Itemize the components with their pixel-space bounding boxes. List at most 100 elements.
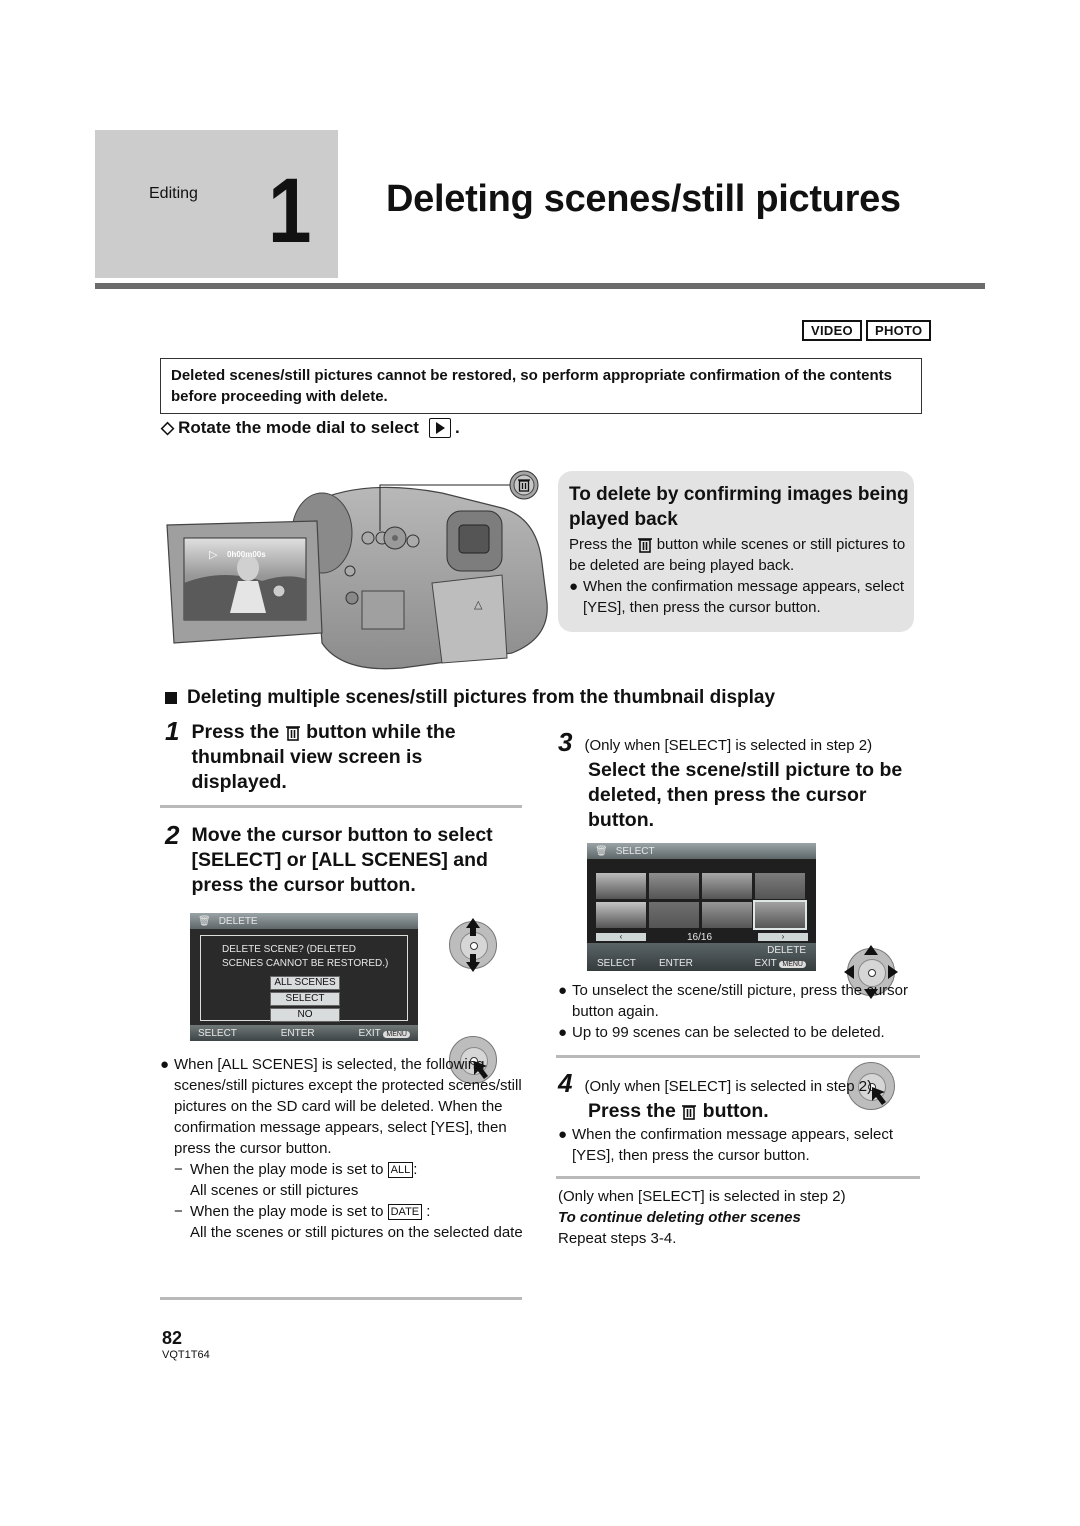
message-line: SCENES CANNOT BE RESTORED.) — [222, 958, 389, 969]
photo-badge: PHOTO — [865, 320, 932, 341]
note-bullet: ● Up to 99 scenes can be selected to be … — [558, 1022, 923, 1043]
sub-note: − When the play mode is set to DATE : Al… — [174, 1203, 523, 1241]
video-badge: VIDEO — [802, 320, 862, 341]
step-condition: (Only when [SELECT] is selected in step … — [584, 737, 873, 754]
page-counter: 16/16 — [687, 932, 713, 943]
thumbnail[interactable] — [755, 873, 805, 899]
thumbnail[interactable] — [702, 902, 752, 928]
bullet-icon: ● — [558, 1126, 568, 1143]
sub-note-desc: All scenes or still pictures — [190, 1182, 359, 1199]
prep-step-text: Rotate the mode dial to select — [178, 418, 419, 437]
svg-text:△: △ — [474, 599, 483, 611]
option-no[interactable]: NO — [270, 1008, 340, 1022]
play-mode-date-icon: DATE — [387, 1204, 423, 1221]
menu-button-icon: MENU — [779, 961, 806, 968]
thumbnail[interactable] — [702, 873, 752, 899]
trash-icon — [637, 538, 652, 553]
option-all-scenes[interactable]: ALL SCENES — [270, 976, 340, 990]
step-1-text: Press the button while the thumbnail vie… — [191, 720, 511, 795]
trash-icon — [285, 726, 300, 741]
mode-badges: VIDEO PHOTO — [802, 320, 932, 341]
continue-text: Repeat steps 3-4. — [558, 1230, 677, 1247]
info-box-title: To delete by confirming images being pla… — [569, 484, 909, 530]
footer-select: SELECT — [597, 958, 636, 969]
continue-block: (Only when [SELECT] is selected in step … — [558, 1186, 846, 1249]
dialog-message: DELETE SCENE? (DELETED SCENES CANNOT BE … — [222, 943, 388, 971]
prev-page-button[interactable]: ‹ — [596, 933, 646, 941]
screen-title-bar: 🗑 DELETE — [190, 913, 418, 929]
thumbnail[interactable] — [649, 902, 699, 928]
screen-title: SELECT — [615, 845, 655, 857]
delete-menu-screen: 🗑 DELETE DELETE SCENE? (DELETED SCENES C… — [190, 913, 418, 1041]
step-4-text: Press the button. — [588, 1099, 923, 1124]
footer-exit: EXIT MENU — [755, 958, 806, 969]
step-number: 4 — [558, 1068, 573, 1098]
step-3-text: Select the scene/still picture to be del… — [588, 759, 903, 831]
screen-title-bar: 🗑 SELECT — [587, 843, 816, 859]
step-number: 3 — [558, 727, 573, 757]
arrow-up-down-icon — [466, 918, 480, 972]
next-page-button[interactable]: › — [758, 933, 808, 941]
footer-exit: EXIT MENU — [359, 1028, 410, 1039]
svg-text:▷: ▷ — [209, 549, 218, 561]
menu-button-icon: MENU — [383, 1030, 410, 1038]
thumbnail-grid — [596, 873, 808, 930]
sub-note-text: When the play mode is set to — [190, 1203, 384, 1220]
footer-enter: ENTER — [659, 958, 693, 969]
screen-time: 0h00m00s — [227, 550, 266, 559]
divider — [556, 1055, 920, 1058]
step-1: 1 Press the button while the thumbnail v… — [165, 716, 511, 795]
camcorder-body: △ — [291, 486, 548, 670]
continue-heading: To continue deleting other scenes — [558, 1209, 801, 1226]
square-bullet-icon — [165, 692, 177, 704]
step-4-suffix: button. — [702, 1100, 769, 1122]
select-thumbnail-screen: 🗑 SELECT ‹ 16/16 › DELETE SELECT ENTER E… — [587, 843, 816, 971]
bullet-icon: ● — [558, 982, 568, 999]
thumbnail[interactable] — [596, 902, 646, 928]
prep-step: ◇ Rotate the mode dial to select . — [161, 418, 460, 438]
page-number: 82 — [162, 1328, 183, 1348]
model-code: VQT1T64 — [162, 1349, 210, 1361]
category-label: Editing — [149, 185, 198, 202]
header-divider — [95, 283, 985, 289]
step-3-notes: ● To unselect the scene/still picture, p… — [558, 980, 923, 1043]
trash-icon — [682, 1105, 697, 1120]
info-box-body: Press the button while scenes or still p… — [569, 534, 909, 618]
thumbnail[interactable] — [649, 873, 699, 899]
sub-note-text: When the play mode is set to — [190, 1161, 384, 1178]
continue-condition: (Only when [SELECT] is selected in step … — [558, 1188, 846, 1205]
option-select[interactable]: SELECT — [270, 992, 340, 1006]
thumbnail[interactable] — [596, 873, 646, 899]
bullet-icon: ● — [160, 1056, 170, 1073]
thumbnail-selected[interactable] — [753, 900, 807, 930]
cursor-pad-up-down-icon — [449, 918, 497, 972]
lcd-monitor: ▷ 0h00m00s — [166, 520, 323, 644]
note-text: When the confirmation message appears, s… — [572, 1126, 893, 1164]
delete-label: DELETE — [767, 945, 806, 956]
note-text: To unselect the scene/still picture, pre… — [572, 982, 908, 1020]
note-bullet: ● When [ALL SCENES] is selected, the fol… — [160, 1054, 525, 1159]
prep-step-suffix: . — [454, 418, 460, 437]
info-bullet-text: When the confirmation message appears, s… — [583, 578, 904, 616]
step-1-prefix: Press the — [191, 721, 280, 743]
note-text: When [ALL SCENES] is selected, the follo… — [174, 1056, 522, 1157]
info-bullet: ● When the confirmation message appears,… — [569, 576, 909, 618]
step-4-prefix: Press the — [588, 1100, 676, 1122]
note-bullet: ● When the confirmation message appears,… — [558, 1124, 923, 1166]
trash-icon: 🗑 — [595, 845, 608, 857]
divider — [160, 1297, 522, 1300]
note-text: Up to 99 scenes can be selected to be de… — [572, 1024, 885, 1041]
step-4: 4 (Only when [SELECT] is selected in ste… — [558, 1068, 923, 1166]
play-mode-all-icon: ALL — [387, 1162, 414, 1179]
sub-note: − When the play mode is set to ALL: All … — [174, 1161, 418, 1199]
step-2: 2 Move the cursor button to select [SELE… — [165, 820, 521, 898]
info-body-prefix: Press the — [569, 536, 633, 553]
diamond-icon: ◇ — [161, 418, 175, 437]
section-title: Deleting multiple scenes/still pictures … — [187, 687, 776, 708]
playback-mode-icon — [428, 418, 451, 438]
step-number: 1 — [165, 716, 180, 746]
step-2-notes: ● When [ALL SCENES] is selected, the fol… — [160, 1054, 525, 1243]
step-condition: (Only when [SELECT] is selected in step … — [584, 1078, 873, 1095]
chapter-number: 1 — [268, 160, 312, 262]
footer-enter: ENTER — [280, 1027, 315, 1039]
